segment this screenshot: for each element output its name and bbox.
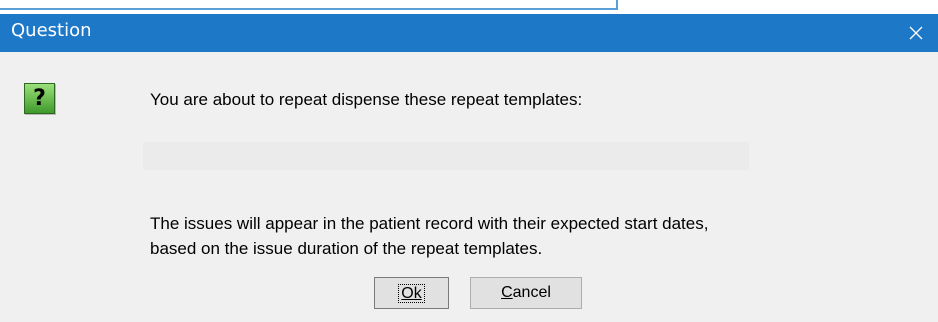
message-line-1: You are about to repeat dispense these r… bbox=[150, 90, 583, 109]
question-dialog: Question ? You are about to repeat dispe… bbox=[0, 14, 938, 322]
dialog-titlebar[interactable]: Question bbox=[0, 14, 938, 52]
background-window-edge bbox=[0, 0, 618, 10]
ok-button[interactable]: Ok bbox=[374, 277, 449, 309]
ok-button-label: Ok bbox=[398, 283, 425, 303]
background-window-strip bbox=[0, 0, 938, 14]
dialog-title: Question bbox=[11, 20, 92, 41]
message-line-3: based on the issue duration of the repea… bbox=[150, 239, 543, 258]
cancel-button-label: Cancel bbox=[501, 284, 551, 301]
message-line-2: The issues will appear in the patient re… bbox=[150, 214, 709, 233]
close-button[interactable] bbox=[894, 14, 938, 52]
close-icon bbox=[909, 26, 923, 40]
question-mark-icon: ? bbox=[24, 83, 55, 114]
repeat-templates-list bbox=[143, 142, 749, 170]
cancel-button[interactable]: Cancel bbox=[470, 277, 582, 309]
question-icon-glyph: ? bbox=[33, 86, 46, 111]
